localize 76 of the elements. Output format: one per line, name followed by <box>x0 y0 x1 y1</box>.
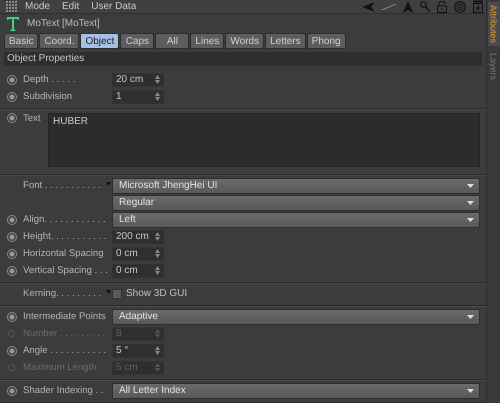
field-label: Subdivision <box>23 91 72 102</box>
field-label: Depth . . . . . <box>23 74 76 85</box>
stepper-arrows-icon[interactable] <box>155 232 160 241</box>
field-value: 0 cm <box>116 248 138 259</box>
field-label: Intermediate Points <box>23 311 106 322</box>
stepper-arrows-icon[interactable] <box>155 249 160 258</box>
number-field[interactable]: 0 cm <box>112 246 164 260</box>
dropdown-value: Microsoft JhengHei UI <box>119 180 218 191</box>
checkbox-label: Show 3D GUI <box>126 288 188 299</box>
slash-icon <box>382 4 396 10</box>
dropdown-value: Adaptive <box>119 311 158 322</box>
field-value: 1 <box>116 91 122 102</box>
animation-dot[interactable] <box>6 312 16 322</box>
field-label: Shader Indexing . . <box>23 385 104 396</box>
dropdown-arrow-icon[interactable] <box>467 218 474 222</box>
field-value: 200 cm <box>116 231 149 242</box>
field-label: Text <box>23 113 41 124</box>
dropdown-arrow-icon[interactable] <box>467 314 474 318</box>
field-value: 5 ° <box>116 345 128 356</box>
section-header: Object Properties <box>4 52 482 66</box>
dropdown[interactable]: All Letter Index <box>112 382 480 398</box>
number-field[interactable]: 200 cm <box>112 230 164 244</box>
field-value: 0 cm <box>116 265 138 276</box>
animation-dot[interactable] <box>6 248 16 258</box>
text-area[interactable]: HUBER <box>48 113 480 167</box>
menu-item[interactable]: User Data <box>91 1 136 12</box>
animation-dot[interactable] <box>6 92 16 102</box>
number-field[interactable]: 5 ° <box>112 344 164 358</box>
animation-dot[interactable] <box>6 386 16 396</box>
field-label: Align. . . . . . . . . . . . <box>23 214 106 225</box>
tab[interactable]: Object <box>80 33 120 49</box>
dropdown-value: Left <box>119 214 136 225</box>
dropdown-value: All Letter Index <box>119 385 186 396</box>
number-field[interactable]: 1 <box>112 90 164 104</box>
stepper-arrows-icon[interactable] <box>155 266 160 275</box>
animation-dot[interactable] <box>6 74 16 84</box>
field-label: Vertical Spacing . . . <box>23 265 108 276</box>
number-field[interactable]: 20 cm <box>112 72 164 86</box>
number-field[interactable]: 0 cm <box>112 264 164 278</box>
dropdown-arrow-icon[interactable] <box>467 388 474 392</box>
grid-icon[interactable] <box>6 1 17 12</box>
field-label: Height. . . . . . . . . . . <box>23 231 107 242</box>
animation-dot[interactable] <box>6 266 16 276</box>
animation-dot[interactable] <box>6 232 16 242</box>
dropdown-value: Regular <box>119 197 154 208</box>
animation-dot[interactable] <box>6 113 16 123</box>
object-title: MoText [MoText] <box>27 18 100 29</box>
field-value: 20 cm <box>116 74 144 85</box>
field-label: Kerning. . . . . . . . . <box>23 288 102 299</box>
field-label: Angle . . . . . . . . . . . <box>23 345 106 356</box>
dropdown[interactable]: Regular <box>112 194 480 210</box>
text-object-icon <box>7 16 19 30</box>
menu-item[interactable]: Mode <box>25 1 50 12</box>
side-tab[interactable]: Attributes <box>488 2 500 46</box>
animation-dot[interactable] <box>6 346 16 356</box>
dropdown-arrow-icon[interactable] <box>467 200 474 204</box>
dropdown-arrow-icon[interactable] <box>467 184 474 188</box>
dropdown[interactable]: Adaptive <box>112 308 480 324</box>
tab[interactable]: Words <box>225 33 264 49</box>
tab[interactable]: Coord. <box>39 33 80 49</box>
stepper-arrows-icon[interactable] <box>155 92 160 101</box>
checkbox[interactable] <box>112 288 122 298</box>
field-label: Horizontal Spacing <box>23 248 104 259</box>
tab[interactable]: Phong <box>306 33 346 49</box>
tab[interactable]: Letters <box>265 33 306 49</box>
stepper-arrows-icon[interactable] <box>155 75 160 84</box>
tab[interactable]: Lines <box>190 33 224 49</box>
menu-item[interactable]: Edit <box>62 1 80 12</box>
dropdown[interactable]: Left <box>112 212 480 228</box>
tab[interactable]: All <box>155 33 190 49</box>
field-label: Font . . . . . . . . . . . <box>23 180 101 191</box>
tab[interactable]: Basic <box>4 33 38 49</box>
animation-dot[interactable] <box>6 214 16 224</box>
dropdown[interactable]: Microsoft JhengHei UI <box>112 178 480 194</box>
tab[interactable]: Caps <box>120 33 154 49</box>
stepper-arrows-icon[interactable] <box>155 346 160 355</box>
